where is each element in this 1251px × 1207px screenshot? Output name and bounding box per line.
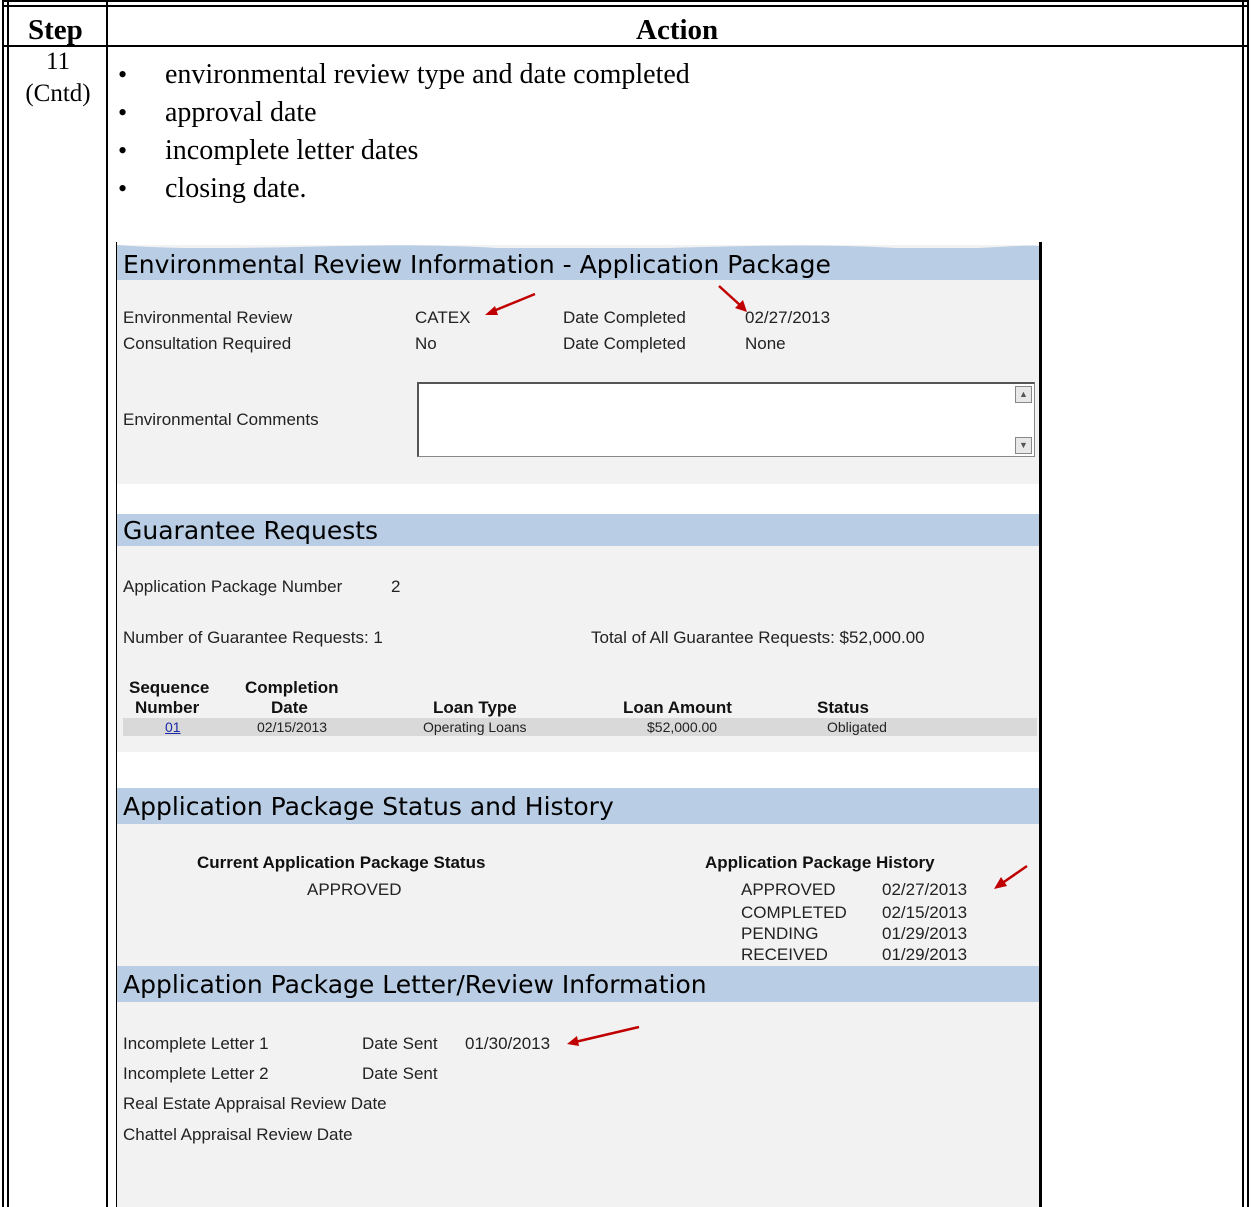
total-guarantee-requests: Total of All Guarantee Requests: $52,000… xyxy=(591,628,925,647)
col-completion: Completion xyxy=(245,678,339,697)
letter-1-date-sent-value: 01/30/2013 xyxy=(465,1034,551,1053)
col-sequence: Sequence xyxy=(129,678,210,697)
table-border-top-outer xyxy=(2,0,1249,2)
letters-band: Application Package Letter/Review Inform… xyxy=(117,966,1039,1002)
row-status: Obligated xyxy=(827,719,887,735)
consultation-value: No xyxy=(415,334,437,353)
env-comments-textarea[interactable]: ▲ ▼ xyxy=(417,382,1035,457)
bullet-item: closing date. xyxy=(118,170,690,208)
chattel-appraisal-label: Chattel Appraisal Review Date xyxy=(123,1125,353,1144)
table-border-right-outer xyxy=(1247,0,1249,1207)
application-package-screenshot: Environmental Review Information - Appli… xyxy=(116,242,1042,1207)
current-status-value: APPROVED xyxy=(307,880,402,899)
row-loan-amount: $52,000.00 xyxy=(647,719,718,735)
env-review-band: Environmental Review Information - Appli… xyxy=(117,248,1039,280)
col-loan-type: Loan Type xyxy=(433,698,517,717)
sequence-link[interactable]: 01 xyxy=(165,719,181,735)
date-completed-value-2: None xyxy=(745,334,786,353)
step-continued: (Cntd) xyxy=(25,80,91,107)
app-pkg-number-label: Application Package Number xyxy=(123,577,343,596)
env-comments-label: Environmental Comments xyxy=(123,410,319,429)
header-action: Action xyxy=(636,14,719,46)
history-status: COMPLETED xyxy=(741,903,847,922)
bullet-item: environmental review type and date compl… xyxy=(118,56,690,94)
table-border-right-inner xyxy=(1242,0,1244,1207)
table-border-left-outer xyxy=(2,0,4,1207)
guarantee-title: Guarantee Requests xyxy=(123,516,379,545)
guarantee-band: Guarantee Requests xyxy=(117,514,1039,546)
annotation-arrow xyxy=(485,292,536,315)
app-pkg-number-value: 2 xyxy=(391,577,401,596)
annotation-arrow xyxy=(718,285,747,312)
date-completed-label: Date Completed xyxy=(563,308,686,327)
status-history-band: Application Package Status and History xyxy=(117,788,1039,824)
step-number: 11 xyxy=(45,48,71,75)
annotation-arrow xyxy=(994,864,1028,889)
current-status-label: Current Application Package Status xyxy=(197,853,486,872)
table-header-divider xyxy=(2,45,1249,47)
scroll-down-icon[interactable]: ▼ xyxy=(1015,437,1032,454)
real-estate-appraisal-label: Real Estate Appraisal Review Date xyxy=(123,1094,387,1113)
env-review-value: CATEX xyxy=(415,308,471,327)
env-review-label: Environmental Review xyxy=(123,308,293,327)
history-date: 01/29/2013 xyxy=(882,945,968,964)
history-date: 01/29/2013 xyxy=(882,924,968,943)
status-history-title: Application Package Status and History xyxy=(123,792,614,821)
col-date: Date xyxy=(271,698,308,717)
header-step: Step xyxy=(28,14,83,46)
history-label: Application Package History xyxy=(705,853,935,872)
consultation-label: Consultation Required xyxy=(123,334,292,353)
col-loan-amount: Loan Amount xyxy=(623,698,732,717)
table-border-left-inner xyxy=(7,0,9,1207)
history-status: APPROVED xyxy=(741,880,836,899)
num-guarantee-requests: Number of Guarantee Requests: 1 xyxy=(123,628,383,647)
row-completion-date: 02/15/2013 xyxy=(257,719,328,735)
action-bullet-list: environmental review type and date compl… xyxy=(118,56,690,208)
table-border-top-inner xyxy=(2,5,1249,7)
section-gap xyxy=(117,484,1039,514)
bullet-item: approval date xyxy=(118,94,690,132)
col-status: Status xyxy=(817,698,869,717)
letters-title: Application Package Letter/Review Inform… xyxy=(123,970,707,999)
env-review-title: Environmental Review Information - Appli… xyxy=(123,250,831,279)
incomplete-letter-2-label: Incomplete Letter 2 xyxy=(123,1064,269,1083)
date-completed-label-2: Date Completed xyxy=(563,334,686,353)
history-date: 02/15/2013 xyxy=(882,903,968,922)
letter-2-date-sent-label: Date Sent xyxy=(362,1064,438,1083)
table-column-divider xyxy=(106,0,108,1207)
annotation-arrow xyxy=(567,1025,640,1046)
col-number: Number xyxy=(135,698,200,717)
letter-1-date-sent-label: Date Sent xyxy=(362,1034,438,1053)
history-status: RECEIVED xyxy=(741,945,828,964)
incomplete-letter-1-label: Incomplete Letter 1 xyxy=(123,1034,269,1053)
bullet-item: incomplete letter dates xyxy=(118,132,690,170)
history-status: PENDING xyxy=(741,924,819,943)
history-date: 02/27/2013 xyxy=(882,880,968,899)
section-gap xyxy=(117,752,1039,788)
scroll-up-icon[interactable]: ▲ xyxy=(1015,386,1032,403)
date-completed-value: 02/27/2013 xyxy=(745,308,831,327)
row-loan-type: Operating Loans xyxy=(423,719,527,735)
